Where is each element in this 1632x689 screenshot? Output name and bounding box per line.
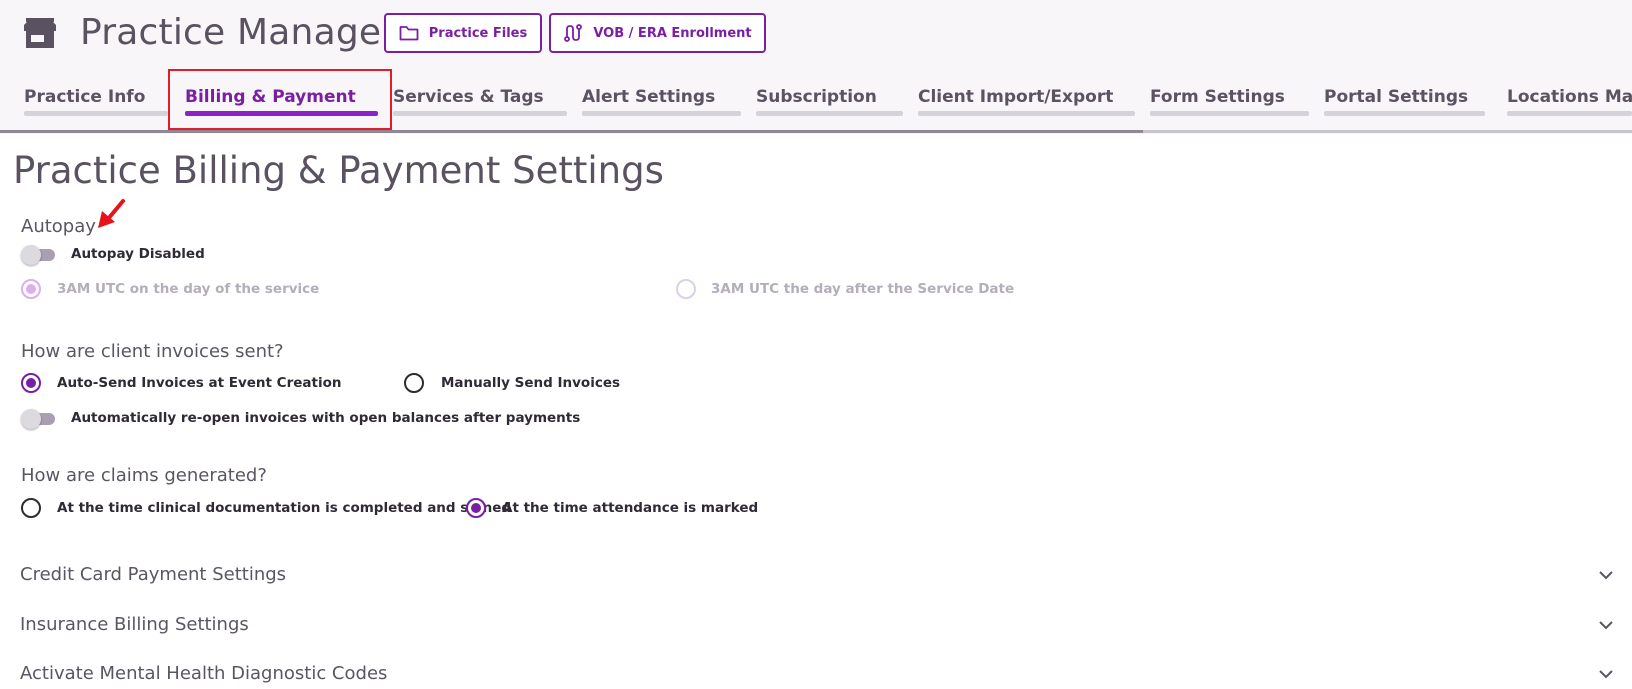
claims-documentation-radio[interactable] <box>21 498 41 518</box>
tab-label: Locations Mana <box>1507 87 1632 107</box>
tab-bar <box>1507 111 1632 116</box>
tab-client-import-export[interactable]: Client Import/Export <box>918 82 1135 118</box>
tab-label: Alert Settings <box>582 87 716 107</box>
accordion-label: Insurance Billing Settings <box>20 614 249 635</box>
accordion-label: Credit Card Payment Settings <box>20 564 287 585</box>
practice-files-label: Practice Files <box>428 25 528 41</box>
vob-era-enrollment-label: VOB / ERA Enrollment <box>593 25 752 41</box>
chevron-down-icon <box>1599 670 1613 679</box>
tab-bar <box>1150 111 1309 116</box>
tab-label: Services & Tags <box>393 87 544 107</box>
claims-attendance-radio[interactable] <box>466 498 486 518</box>
autopay-same-day-radio[interactable] <box>21 279 41 299</box>
store-icon <box>24 18 56 48</box>
tab-label: Client Import/Export <box>918 87 1114 107</box>
auto-send-invoices-label: Auto-Send Invoices at Event Creation <box>57 375 342 391</box>
autopay-day-after-label: 3AM UTC the day after the Service Date <box>711 281 1015 297</box>
autopay-toggle-label: Autopay Disabled <box>71 246 205 262</box>
red-arrow-icon <box>98 199 125 228</box>
practice-files-button[interactable]: Practice Files <box>384 13 542 53</box>
chevron-down-icon <box>1599 571 1613 580</box>
reopen-invoices-label: Automatically re-open invoices with open… <box>71 410 581 426</box>
claims-heading: How are claims generated? <box>21 465 267 486</box>
tab-bar <box>918 111 1135 116</box>
app-title: Practice Manager <box>80 12 397 53</box>
folder-icon <box>399 26 419 41</box>
tab-subscription[interactable]: Subscription <box>756 82 903 118</box>
vob-era-enrollment-button[interactable]: VOB / ERA Enrollment <box>549 13 766 53</box>
manually-send-invoices-radio[interactable] <box>404 373 424 393</box>
insurance-billing-settings-accordion[interactable]: Insurance Billing Settings <box>20 610 1615 640</box>
tab-practice-info[interactable]: Practice Info <box>24 82 168 118</box>
tab-services-tags[interactable]: Services & Tags <box>393 82 567 118</box>
tab-bar <box>582 111 741 116</box>
tab-label: Subscription <box>756 87 877 107</box>
toggle-knob <box>21 245 41 265</box>
tabs-divider <box>0 130 1632 133</box>
tab-portal-settings[interactable]: Portal Settings <box>1324 82 1485 118</box>
toggle-knob <box>21 409 41 429</box>
tab-form-settings[interactable]: Form Settings <box>1150 82 1309 118</box>
autopay-day-after-radio[interactable] <box>676 279 696 299</box>
claims-documentation-label: At the time clinical documentation is co… <box>57 500 512 516</box>
tab-alert-settings[interactable]: Alert Settings <box>582 82 741 118</box>
auto-send-invoices-radio[interactable] <box>21 373 41 393</box>
autopay-toggle[interactable] <box>21 245 57 265</box>
route-icon <box>564 24 583 42</box>
manually-send-invoices-label: Manually Send Invoices <box>441 375 621 391</box>
invoices-heading: How are client invoices sent? <box>21 341 284 362</box>
annotation-highlight-box <box>168 69 392 130</box>
tab-bar <box>24 111 168 116</box>
tab-bar <box>1324 111 1485 116</box>
tab-bar <box>393 111 567 116</box>
claims-attendance-label: At the time attendance is marked <box>502 500 759 516</box>
page-title: Practice Billing & Payment Settings <box>13 149 664 192</box>
autopay-same-day-label: 3AM UTC on the day of the service <box>57 281 320 297</box>
tab-bar <box>756 111 903 116</box>
tab-label: Practice Info <box>24 87 146 107</box>
tab-label: Form Settings <box>1150 87 1285 107</box>
accordion-label: Activate Mental Health Diagnostic Codes <box>20 663 388 684</box>
tabs-scroll-indicator <box>0 130 1143 133</box>
autopay-heading: Autopay <box>21 216 96 237</box>
tab-locations-management[interactable]: Locations Mana <box>1507 82 1632 118</box>
app-header: Practice Manager Practice Files VOB / ER… <box>0 0 1632 134</box>
reopen-invoices-toggle[interactable] <box>21 409 57 429</box>
mental-health-codes-accordion[interactable]: Activate Mental Health Diagnostic Codes <box>20 659 1615 689</box>
tab-label: Portal Settings <box>1324 87 1469 107</box>
chevron-down-icon <box>1599 621 1613 630</box>
credit-card-settings-accordion[interactable]: Credit Card Payment Settings <box>20 560 1615 590</box>
